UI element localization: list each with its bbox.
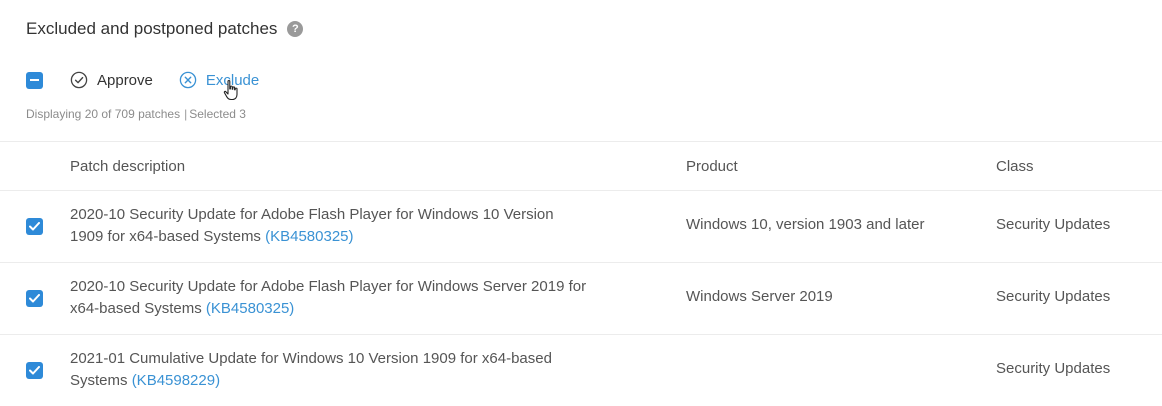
patch-class: Security Updates <box>996 216 1111 233</box>
checkmark-icon <box>29 222 40 231</box>
approve-label: Approve <box>97 71 153 89</box>
row-checkbox[interactable] <box>26 218 43 235</box>
patch-product: Windows Server 2019 <box>686 288 833 305</box>
kb-link[interactable]: (KB4580325) <box>265 228 353 245</box>
row-checkbox[interactable] <box>26 362 43 379</box>
indeterminate-dash-icon <box>30 79 39 81</box>
patch-description-text: 2020-10 Security Update for Adobe Flash … <box>70 278 587 317</box>
patch-product: Windows 10, version 1903 and later <box>686 216 925 233</box>
table-header: Patch description Product Class <box>0 142 1162 191</box>
patch-description: 2021-01 Cumulative Update for Windows 10… <box>70 348 590 392</box>
checkmark-icon <box>29 294 40 303</box>
patches-table: Patch description Product Class 2020-10 … <box>0 141 1162 406</box>
hand-pointer-icon <box>223 79 238 101</box>
kb-link[interactable]: (KB4598229) <box>132 372 220 389</box>
status-line: Displaying 20 of 709 patches | Selected … <box>26 107 246 121</box>
kb-link[interactable]: (KB4580325) <box>206 300 294 317</box>
column-header-description[interactable]: Patch description <box>70 158 185 175</box>
displaying-count: Displaying 20 of 709 patches <box>26 107 181 121</box>
table-row[interactable]: 2020-10 Security Update for Adobe Flash … <box>0 263 1162 335</box>
patches-panel: Excluded and postponed patches ? Approve… <box>0 0 1162 406</box>
patch-class: Security Updates <box>996 360 1111 377</box>
page-title: Excluded and postponed patches <box>26 19 278 38</box>
exclude-button[interactable]: Exclude <box>179 71 259 89</box>
selected-count: Selected 3 <box>189 107 246 121</box>
select-all-checkbox[interactable] <box>26 71 43 89</box>
table-row[interactable]: 2020-10 Security Update for Adobe Flash … <box>0 191 1162 263</box>
patch-description: 2020-10 Security Update for Adobe Flash … <box>70 276 590 320</box>
x-circle-icon <box>179 71 197 89</box>
row-checkbox[interactable] <box>26 290 43 307</box>
title-row: Excluded and postponed patches ? <box>26 19 304 39</box>
approve-button[interactable]: Approve <box>70 71 153 89</box>
patch-class: Security Updates <box>996 288 1111 305</box>
table-row[interactable]: 2021-01 Cumulative Update for Windows 10… <box>0 335 1162 406</box>
help-icon[interactable]: ? <box>287 21 304 37</box>
checkmark-icon <box>29 366 40 375</box>
status-separator: | <box>184 107 188 121</box>
column-header-product[interactable]: Product <box>686 158 738 175</box>
check-circle-icon <box>70 71 88 89</box>
column-header-class[interactable]: Class <box>996 158 1034 175</box>
patch-description: 2020-10 Security Update for Adobe Flash … <box>70 204 590 248</box>
